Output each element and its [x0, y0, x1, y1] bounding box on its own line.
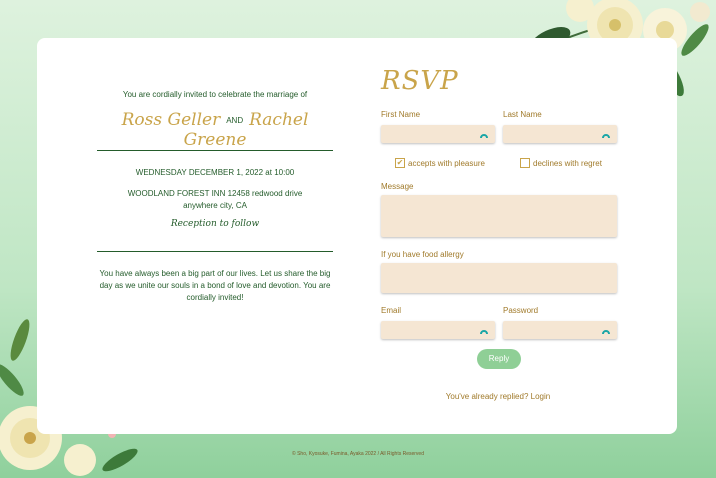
invitation-card: You are cordially invited to celebrate t…: [37, 38, 677, 434]
accept-checkmark: ✔: [395, 158, 405, 168]
decline-label: declines with regret: [533, 158, 602, 168]
divider-top: [97, 150, 333, 151]
password-input[interactable]: [503, 321, 617, 339]
message-label: Message: [381, 182, 414, 191]
rsvp-title: RSVP: [381, 66, 459, 96]
last-name-input[interactable]: [503, 125, 617, 143]
allergy-label: If you have food allergy: [381, 250, 464, 259]
invitation-message: You have always been a big part of our l…: [99, 269, 331, 302]
email-label: Email: [381, 306, 402, 315]
wedding-date: WEDNESDAY DECEMBER 1, 2022 at 10:00: [135, 168, 295, 177]
email-input[interactable]: [381, 321, 495, 339]
key-icon: [602, 330, 610, 334]
accept-label: accepts with pleasure: [408, 158, 485, 168]
first-name-label: First Name: [381, 110, 421, 119]
allergy-textarea[interactable]: [381, 263, 617, 293]
groom-name: Ross Geller: [121, 110, 221, 130]
divider-bottom: [97, 251, 333, 252]
invitation-intro: You are cordially invited to celebrate t…: [122, 90, 308, 99]
message-textarea[interactable]: [381, 195, 617, 237]
key-icon: [480, 330, 488, 334]
last-name-label: Last Name: [503, 110, 542, 119]
first-name-input[interactable]: [381, 125, 495, 143]
login-link[interactable]: You've already replied? Login: [417, 392, 579, 401]
decline-box: [520, 158, 530, 168]
footer-copyright: © Sho, Kyosuke, Fumina, Ayaka 2022 / All…: [292, 451, 424, 457]
couple-names: Ross Geller AND Rachel Greene: [97, 110, 333, 150]
reception-note: Reception to follow: [170, 219, 260, 229]
venue-address: WOODLAND FOREST INN 12458 redwood drive …: [97, 188, 333, 212]
venue-line-1: WOODLAND FOREST INN 12458 redwood drive: [127, 189, 303, 198]
and-text: AND: [226, 116, 244, 125]
key-icon: [480, 134, 488, 138]
password-label: Password: [503, 306, 539, 315]
reply-button[interactable]: Reply: [477, 349, 521, 369]
accept-checkbox[interactable]: ✔ accepts with pleasure: [395, 158, 485, 168]
decline-checkbox[interactable]: declines with regret: [520, 158, 602, 168]
venue-line-2: anywhere city, CA: [183, 201, 247, 210]
key-icon: [602, 134, 610, 138]
